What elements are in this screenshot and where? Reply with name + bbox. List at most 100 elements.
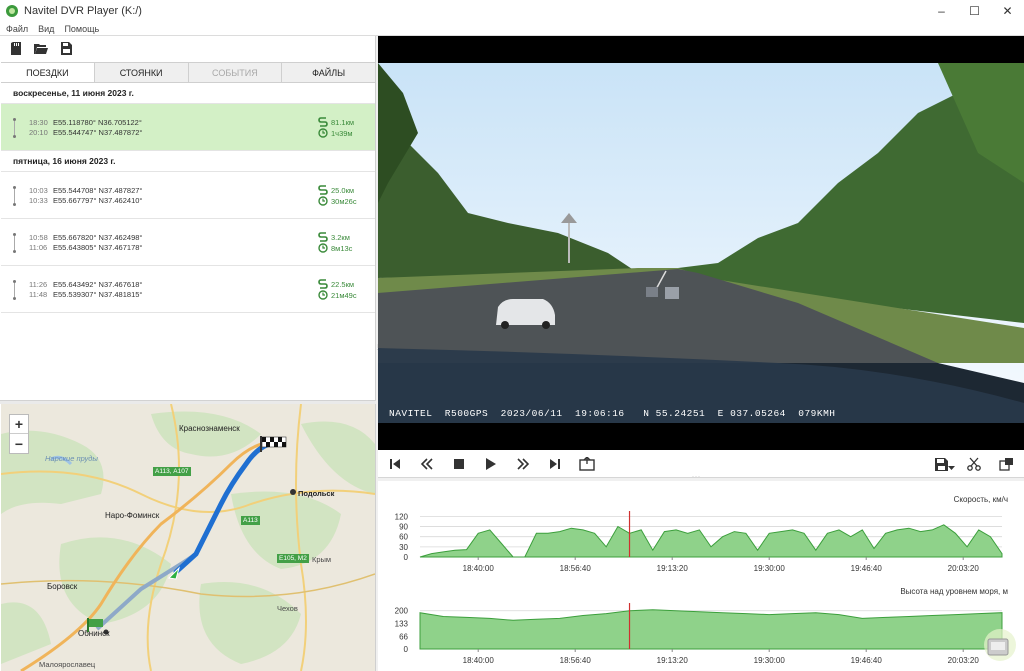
export-frame-icon[interactable] [579, 456, 595, 472]
route-marker-icon [11, 280, 17, 300]
save-file-icon[interactable] [58, 40, 74, 56]
y-tick-label: 30 [399, 543, 408, 552]
trip-distance: 25.0км [331, 185, 355, 195]
trip-duration: 30м26с [331, 196, 357, 206]
menu-help[interactable]: Помощь [64, 24, 99, 34]
x-tick-label: 20:03:20 [948, 656, 980, 665]
start-coords: E55.667820° N37.462498° [53, 233, 143, 242]
distance-icon [318, 232, 328, 242]
charts-splitter-grip[interactable]: ··· [692, 474, 701, 480]
trip-duration: 21м49с [331, 290, 357, 300]
start-time: 10:58 [29, 233, 48, 242]
window-controls: – ☐ ✕ [925, 0, 1024, 22]
zoom-control: + − [9, 414, 29, 454]
end-time: 11:48 [29, 290, 48, 299]
zoom-in-button[interactable]: + [10, 415, 28, 434]
date-header: пятница, 16 июня 2023 г. [1, 151, 375, 172]
menu-file[interactable]: Файл [6, 24, 28, 34]
tab-trips[interactable]: ПОЕЗДКИ [1, 63, 95, 82]
road-shield-a113: А113 [241, 516, 260, 525]
distance-icon [318, 185, 328, 195]
y-tick-label: 120 [395, 512, 409, 521]
skip-to-start-icon[interactable] [387, 456, 403, 472]
end-time: 20:10 [29, 128, 48, 137]
duration-icon [318, 128, 328, 138]
map-label-podolsk: Подольск [298, 489, 335, 498]
rewind-icon[interactable] [419, 456, 435, 472]
x-tick-label: 19:13:20 [657, 656, 689, 665]
end-coords: E55.544747° N37.487872° [53, 128, 143, 137]
minimize-button[interactable]: – [925, 0, 958, 22]
trip-duration: 1ч39м [331, 128, 353, 138]
y-tick-label: 200 [395, 607, 409, 616]
x-tick-label: 19:30:00 [754, 656, 786, 665]
start-coords: E55.118780° N36.705122° [53, 118, 142, 127]
trip-item[interactable]: 10:58 E55.667820° N37.462498° 11:06 E55.64… [1, 219, 375, 266]
start-time: 11:26 [29, 280, 48, 289]
altitude-chart[interactable]: 200 133 66 0 18:40:00 18:56:40 19:13:20 19:30:… [378, 601, 1024, 671]
map-label-krasnoznamensk: Краснознаменск [179, 424, 240, 433]
x-tick-label: 19:46:40 [851, 564, 883, 573]
altitude-chart-title: Высота над уровнем моря, м [900, 587, 1008, 596]
title-bar: Navitel DVR Player (K:/) – ☐ ✕ [0, 0, 1024, 22]
play-icon[interactable] [483, 456, 499, 472]
end-coords: E55.667797° N37.462410° [53, 196, 143, 205]
end-coords: E55.539307° N37.481815° [53, 290, 143, 299]
y-tick-label: 0 [404, 553, 409, 562]
map-label-naro-fominsk: Наро-Фоминск [105, 511, 160, 520]
route-marker-icon [11, 118, 17, 138]
video-osd: NAVITEL R500GPS 2023/06/11 19:06:16 N 55… [389, 408, 835, 419]
trip-item[interactable]: 18:30 E55.118780° N36.705122° 20:10 E55.54… [1, 104, 375, 151]
distance-icon [318, 117, 328, 127]
close-button[interactable]: ✕ [991, 0, 1024, 22]
left-panel: ПОЕЗДКИ СТОЯНКИ СОБЫТИЯ ФАЙЛЫ воскресень… [0, 36, 376, 671]
speed-series-area [419, 524, 1003, 558]
duration-icon [318, 196, 328, 206]
osd-brand-timestamp: NAVITEL R500GPS 2023/06/11 19:06:16 [389, 408, 625, 419]
x-tick-label: 19:30:00 [754, 564, 786, 573]
trip-distance: 3.2км [331, 232, 350, 242]
x-tick-label: 18:40:00 [463, 564, 495, 573]
map-label-borovsk: Боровск [47, 582, 78, 591]
zoom-out-button[interactable]: − [10, 434, 28, 453]
map-label-chekhov: Чехов [277, 604, 298, 613]
duration-icon [318, 243, 328, 253]
app-window: Navitel DVR Player (K:/) – ☐ ✕ Файл Вид … [0, 0, 1024, 671]
detach-window-icon[interactable] [998, 456, 1014, 472]
trip-item[interactable]: 11:26 E55.643492° N37.467618° 11:48 E55.53… [1, 266, 375, 313]
y-tick-label: 66 [399, 632, 408, 641]
trip-list: воскресенье, 11 июня 2023 г. 18:30 E55.11… [1, 83, 375, 401]
finish-flag-icon [260, 436, 287, 452]
route-map[interactable]: + − Краснознаменск Нарские пруды А113, А… [1, 404, 375, 671]
distance-icon [318, 279, 328, 289]
maximize-button[interactable]: ☐ [958, 0, 991, 22]
skip-to-end-icon[interactable] [547, 456, 563, 472]
map-label-maloyaroslavets: Малоярославец [39, 660, 96, 669]
trip-duration: 8м13с [331, 243, 353, 253]
video-player[interactable]: NAVITEL R500GPS 2023/06/11 19:06:16 N 55… [378, 36, 1024, 450]
map-label-krym: Крым [312, 555, 332, 564]
x-tick-label: 18:56:40 [560, 564, 592, 573]
fast-forward-icon[interactable] [515, 456, 531, 472]
end-coords: E55.643805° N37.467178° [53, 243, 143, 252]
navitel-logo-icon [6, 5, 18, 17]
end-time: 10:33 [29, 196, 48, 205]
map-canvas [1, 404, 375, 671]
start-coords: E55.544708° N37.487827° [53, 186, 143, 195]
save-dropdown-chevron-icon[interactable] [947, 464, 955, 472]
map-label-narskie: Нарские пруды [45, 454, 98, 463]
x-tick-label: 19:46:40 [851, 656, 883, 665]
x-tick-label: 19:13:20 [657, 564, 689, 573]
menu-view[interactable]: Вид [38, 24, 54, 34]
speed-chart[interactable]: 120 9060300 18:40:00 18:56:40 19:13:20 19:30… [378, 509, 1024, 579]
navitel-watermark-icon [984, 629, 1016, 661]
sd-card-icon[interactable] [8, 40, 24, 56]
cut-scissors-icon[interactable] [966, 456, 982, 472]
tab-files[interactable]: ФАЙЛЫ [282, 63, 375, 82]
y-tick-label: 0 [404, 645, 409, 654]
stop-icon[interactable] [451, 456, 467, 472]
tab-parkings[interactable]: СТОЯНКИ [94, 63, 189, 82]
folder-open-icon[interactable] [33, 40, 49, 56]
trip-item[interactable]: 10:03 E55.544708° N37.487827° 10:33 E55.66… [1, 172, 375, 219]
trip-distance: 81.1км [331, 117, 355, 127]
